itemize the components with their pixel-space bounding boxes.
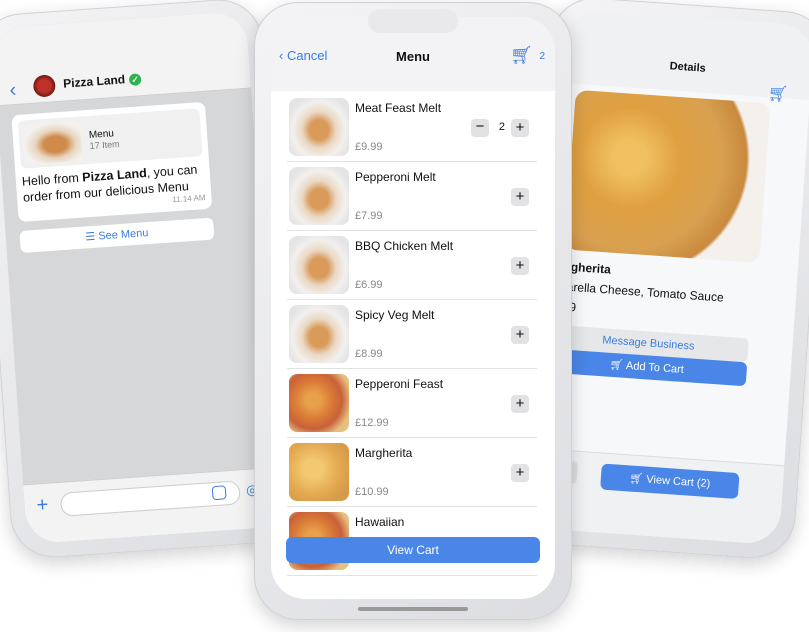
- cart-icon[interactable]: 🛒︎: [510, 45, 533, 66]
- sticker-icon[interactable]: [211, 485, 227, 501]
- item-name: Pepperoni Melt: [355, 170, 436, 184]
- item-name: BBQ Chicken Melt: [355, 239, 454, 253]
- details-screen: Details 🛒︎ argherita ozarella Cheese, To…: [531, 8, 809, 546]
- menu-item[interactable]: BBQ Chicken Melt £6.99 +: [287, 231, 537, 300]
- add-button[interactable]: +: [511, 119, 529, 137]
- item-image: [289, 236, 349, 294]
- menu-phone: ‹ Cancel Menu 🛒︎ 2 Meat Feast Melt £9.99…: [254, 2, 572, 620]
- menu-card[interactable]: Menu 17 Item: [17, 108, 203, 169]
- item-image: [289, 98, 349, 156]
- message-bubble: Menu 17 Item Hello from Pizza Land, you c…: [11, 101, 213, 223]
- menu-item[interactable]: Spicy Veg Melt £8.99 +: [287, 300, 537, 369]
- add-button[interactable]: +: [511, 395, 529, 413]
- details-title: Details: [669, 60, 707, 75]
- menu-item[interactable]: Margherita £10.99 +: [287, 438, 537, 507]
- add-button[interactable]: +: [511, 257, 529, 275]
- chat-screen: ‹ Pizza Land ✓ Menu 17 Item Hello from Piz…: [0, 10, 282, 545]
- cart-icon[interactable]: 🛒︎: [767, 83, 789, 104]
- add-button[interactable]: +: [511, 326, 529, 344]
- item-quantity: 2: [498, 121, 505, 133]
- menu-item[interactable]: Pepperoni Melt £7.99 +: [287, 162, 537, 231]
- card-subtitle: 17 Item: [89, 138, 120, 151]
- cart-icon: 🛒︎: [609, 358, 627, 372]
- item-price: £12.99: [355, 417, 389, 429]
- item-name: Pepperoni Feast: [355, 377, 444, 391]
- item-image: [289, 167, 349, 225]
- item-price: £6.99: [355, 279, 383, 291]
- business-name: Pizza Land ✓: [63, 71, 142, 91]
- menu-item[interactable]: Meat Feast Melt £9.99 −2 +: [287, 93, 537, 162]
- menu-screen: ‹ Cancel Menu 🛒︎ 2 Meat Feast Melt £9.99…: [271, 17, 555, 599]
- dynamic-island: [368, 9, 458, 33]
- add-button[interactable]: +: [511, 464, 529, 482]
- view-cart-button[interactable]: 🛒︎ View Cart (2): [600, 463, 740, 500]
- menu-list: Meat Feast Melt £9.99 −2 + Pepperoni Melt …: [287, 93, 537, 576]
- see-menu-button[interactable]: ☰ See Menu: [19, 217, 215, 253]
- item-name: Margherita: [355, 446, 413, 460]
- plus-icon[interactable]: +: [36, 494, 49, 518]
- item-image: [289, 374, 349, 432]
- chat-header: ‹ Pizza Land ✓: [0, 10, 252, 107]
- menu-item[interactable]: Pepperoni Feast £12.99 +: [287, 369, 537, 438]
- view-cart-button[interactable]: View Cart: [286, 537, 540, 563]
- chat-footer: + ◎: [23, 466, 282, 545]
- item-name: Spicy Veg Melt: [355, 308, 435, 322]
- cart-icon: 🛒︎: [628, 472, 647, 486]
- home-indicator: [358, 607, 468, 611]
- item-image: [289, 305, 349, 363]
- item-price: £10.99: [355, 486, 389, 498]
- item-name: Meat Feast Melt: [355, 101, 442, 115]
- chat-phone: ‹ Pizza Land ✓ Menu 17 Item Hello from Piz…: [0, 0, 298, 561]
- item-price: £9.99: [355, 141, 383, 153]
- product-description: ozarella Cheese, Tomato Sauce: [553, 278, 725, 305]
- cart-count: 2: [539, 51, 545, 62]
- back-icon[interactable]: ‹: [9, 79, 17, 102]
- decrease-button[interactable]: −: [471, 119, 489, 137]
- check-badge-icon: ✓: [128, 73, 142, 87]
- product-image: [564, 89, 771, 263]
- item-price: £8.99: [355, 348, 383, 360]
- add-button[interactable]: +: [511, 188, 529, 206]
- details-header: Details 🛒︎: [562, 8, 809, 104]
- menu-thumbnail: [21, 120, 83, 165]
- item-price: £7.99: [355, 210, 383, 222]
- item-name: Hawaiian: [355, 515, 405, 529]
- item-image: [289, 443, 349, 501]
- business-logo: [32, 74, 57, 98]
